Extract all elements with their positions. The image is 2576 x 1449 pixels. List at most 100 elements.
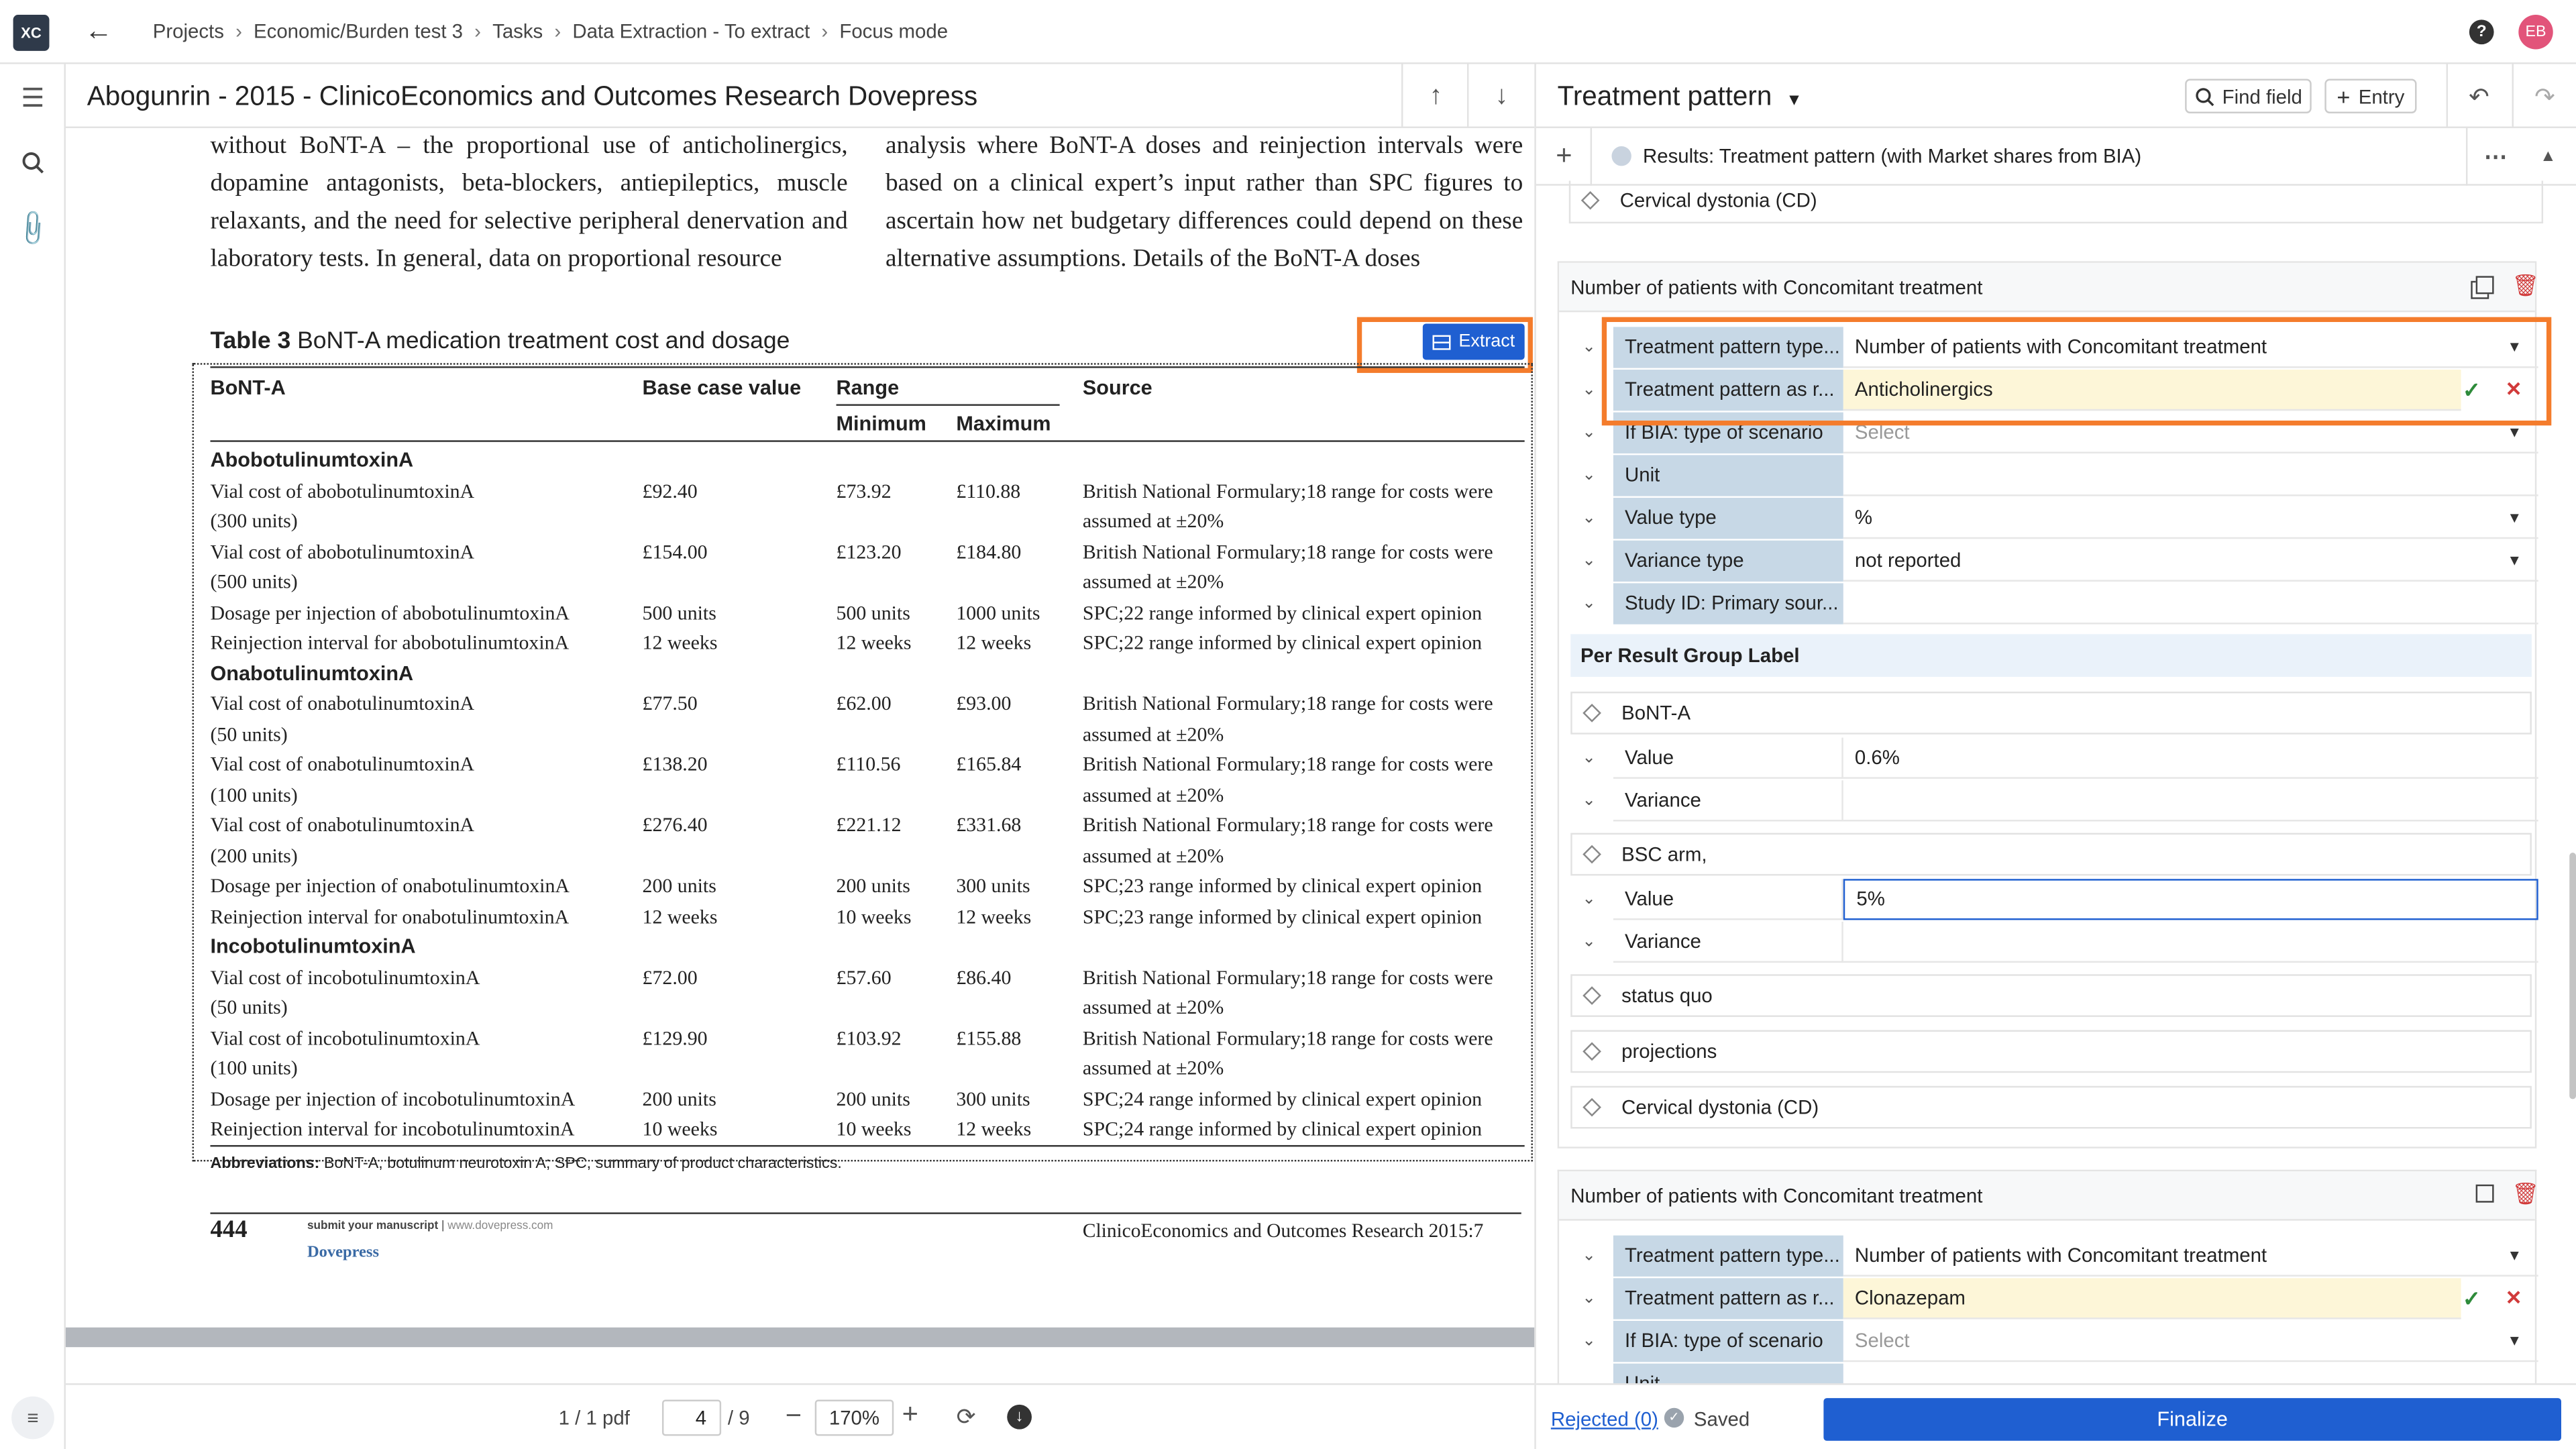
rejected-link[interactable]: Rejected (0) [1551, 1408, 1658, 1431]
chevron-down-icon[interactable]: ⌄ [1582, 1321, 1596, 1362]
chevron-down-icon[interactable]: ⌄ [1582, 1278, 1596, 1319]
table-header-rule [210, 440, 1525, 442]
outline-icon[interactable]: ≡ [11, 1396, 54, 1440]
table-cell: 10 weeks [836, 1117, 912, 1140]
chevron-down-icon[interactable]: ⌄ [1582, 327, 1596, 368]
confirm-check-icon[interactable]: ✓ [2463, 1278, 2481, 1319]
field-value[interactable] [1843, 455, 2538, 496]
page-input[interactable]: 4 [661, 1399, 722, 1436]
more-icon[interactable]: ⋯ [2479, 142, 2512, 171]
chevron-down-icon[interactable]: ⌄ [1582, 370, 1596, 411]
option-label: Cervical dystonia (CD) [1621, 1095, 1819, 1119]
find-field-label: Find field [2222, 85, 2302, 108]
abbreviations: Abbreviations: BoNT-A, botulinum neuroto… [210, 1155, 841, 1173]
user-avatar[interactable]: EB [2518, 15, 2553, 50]
add-entry-button[interactable]: + Entry [2324, 78, 2417, 113]
field-value[interactable]: 0.6% [1843, 738, 2538, 779]
option-cervical-dystonia[interactable]: Cervical dystonia (CD) [1570, 1085, 2532, 1129]
chevron-down-icon[interactable]: ⌄ [1582, 738, 1596, 779]
field-select[interactable]: not reported ▼ [1843, 541, 2538, 582]
table-cell: £221.12 [836, 813, 902, 837]
field-value-focused[interactable]: 5% [1843, 879, 2538, 920]
chevron-down-icon[interactable]: ⌄ [1582, 455, 1596, 496]
table-cell: (200 units) [210, 843, 298, 867]
table-cell: SPC;22 range informed by clinical expert… [1082, 631, 1483, 654]
field-label: Variance [1613, 780, 1843, 822]
zoom-in-icon[interactable]: + [897, 1398, 923, 1430]
paperclip-icon[interactable]: 📎 [11, 207, 55, 251]
breadcrumb-tasks[interactable]: Tasks [492, 19, 543, 42]
chevron-down-icon[interactable]: ⌄ [1582, 922, 1596, 963]
group-bsc-arm[interactable]: BSC arm, [1570, 833, 2532, 876]
panel-title[interactable]: Treatment pattern ▼ [1558, 82, 1803, 113]
field-label: Value [1613, 737, 1843, 779]
field-value[interactable] [1843, 922, 2538, 963]
saved-status: Saved [1693, 1407, 1750, 1432]
field-value[interactable] [1843, 583, 2538, 625]
find-field-button[interactable]: Find field [2185, 78, 2312, 113]
option-cervical-dystonia[interactable]: Cervical dystonia (CD) [1568, 180, 2544, 224]
table-cell: British National Formulary;18 range for … [1082, 965, 1493, 989]
group-label: BoNT-A [1621, 701, 1691, 725]
chevron-down-icon[interactable]: ⌄ [1582, 498, 1596, 539]
field-row: ⌄ Value 5% [1559, 879, 2538, 922]
field-select[interactable]: Select ▼ [1843, 1321, 2538, 1362]
chevron-down-icon[interactable]: ⌄ [1582, 541, 1596, 582]
undo-icon[interactable]: ↶ [2463, 80, 2496, 113]
zoom-out-icon[interactable]: − [780, 1400, 806, 1432]
extraction-panel: Treatment pattern ▼ Find field + Entry ↶… [1534, 64, 2576, 1449]
chevron-down-icon[interactable]: ⌄ [1582, 413, 1596, 453]
table-cell: £77.50 [642, 692, 698, 715]
document-header: Abogunrin - 2015 - ClinicoEconomics and … [65, 64, 1535, 129]
chevron-down-icon[interactable]: ⌄ [1582, 583, 1596, 624]
scrollbar[interactable] [2569, 853, 2576, 1099]
field-select[interactable]: Number of patients with Concomitant trea… [1843, 1236, 2538, 1277]
finalize-button[interactable]: Finalize [1823, 1398, 2561, 1441]
field-value-text: Clonazepam [1854, 1286, 1966, 1309]
breadcrumb-project[interactable]: Economic/Burden test 3 [254, 19, 463, 42]
chevron-down-icon[interactable]: ⌄ [1582, 879, 1596, 920]
trash-icon[interactable]: 🗑 [2512, 273, 2539, 299]
table-header: BoNT-A [210, 376, 286, 400]
cancel-x-icon[interactable]: ✕ [2506, 1278, 2522, 1319]
group-bont-a[interactable]: BoNT-A [1570, 692, 2532, 735]
app-logo[interactable]: XC [13, 15, 50, 51]
extract-button[interactable]: Extract [1422, 323, 1525, 360]
chevron-down-icon[interactable]: ⌄ [1582, 780, 1596, 821]
zoom-input[interactable]: 170% [814, 1399, 894, 1436]
pdf-viewer[interactable]: without BoNT-A – the proportional use of… [65, 128, 1535, 1384]
table-cell: SPC;22 range informed by clinical expert… [1082, 600, 1483, 624]
field-value[interactable]: Clonazepam [1843, 1278, 2461, 1320]
chevron-down-icon[interactable]: ⌄ [1582, 1236, 1596, 1277]
chevron-right-icon: › [235, 19, 242, 43]
redo-icon[interactable]: ↷ [2528, 80, 2561, 113]
table-selection[interactable]: BoNT-A Base case value Range Source Mini… [192, 363, 1533, 1162]
breadcrumb-projects[interactable]: Projects [153, 19, 224, 42]
diamond-icon [1582, 1042, 1601, 1061]
download-icon[interactable]: ↓ [1007, 1404, 1032, 1430]
duplicate-icon[interactable] [2475, 276, 2494, 294]
plus-icon[interactable]: + [1549, 140, 1578, 171]
option-status-quo[interactable]: status quo [1570, 974, 2532, 1017]
table-top-rule [210, 366, 1525, 368]
field-select[interactable]: % ▼ [1843, 498, 2538, 539]
breadcrumb-task[interactable]: Data Extraction - To extract [572, 19, 810, 42]
footer-site: www.dovepress.com [447, 1220, 553, 1232]
back-arrow-icon[interactable]: ← [82, 15, 115, 48]
duplicate-icon[interactable] [2475, 1184, 2494, 1203]
rotate-icon[interactable]: ⟳ [953, 1402, 979, 1429]
trash-icon[interactable]: 🗑 [2512, 1181, 2539, 1208]
table-header: Maximum [956, 412, 1051, 435]
option-projections[interactable]: projections [1570, 1030, 2532, 1073]
table-cell: 200 units [836, 873, 910, 898]
table-cell: assumed at ±20% [1082, 1056, 1224, 1079]
search-icon[interactable] [16, 148, 49, 177]
question-icon[interactable]: ? [2469, 19, 2494, 45]
arrow-up-icon[interactable]: ↑ [1419, 80, 1452, 113]
chevron-up-icon[interactable]: ▲ [2535, 143, 2561, 169]
table-cell: £72.00 [642, 965, 698, 989]
arrow-down-icon[interactable]: ↓ [1485, 80, 1518, 113]
option-label: status quo [1621, 983, 1713, 1008]
field-value[interactable] [1843, 780, 2538, 822]
list-icon[interactable]: ☰ [16, 84, 49, 113]
